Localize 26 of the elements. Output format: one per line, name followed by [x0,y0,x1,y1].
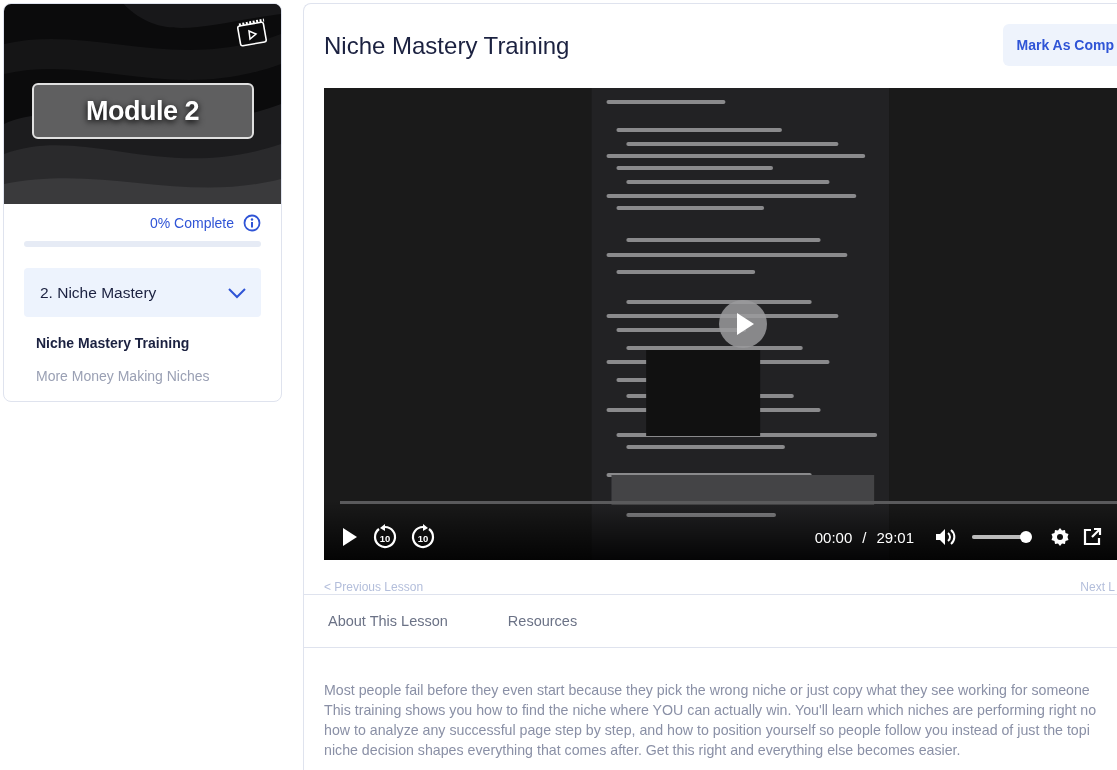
section-title: 2. Niche Mastery [40,283,157,302]
progress-text: 0% Complete [149,215,234,231]
chevron-icon[interactable] [227,285,247,300]
info-icon[interactable] [243,214,261,232]
settings-icon[interactable] [1050,527,1070,547]
volume-icon[interactable] [934,526,956,548]
lesson-link[interactable]: Niche Mastery Training [36,335,190,351]
time-separator: / [862,528,867,546]
play-button[interactable] [719,300,767,348]
rewind-button[interactable]: 10 [372,524,398,550]
module-title: Module 2 [31,83,254,139]
duration: 29:01 [876,528,914,546]
mark-complete-button[interactable]: Mark As Comp [1003,24,1117,66]
clapperboard-icon [236,18,268,48]
description-line: how to analyze any successful page step by step, and how to position yourself so people follow you instead of just the topi [324,721,1090,740]
forward-button[interactable]: 10 [410,524,436,550]
section-header[interactable]: 2. Niche Mastery [24,268,261,317]
description-line: niche decision shapes everything that comes after. Get this right and everything else becomes easier. [324,741,961,760]
description-line: This training shows you how to find the niche where YOU can actually win. You'll learn which niches are performing right no [324,701,1097,720]
tab[interactable]: Resources [507,613,578,629]
lesson-title: Niche Mastery Training [324,32,570,60]
tab[interactable]: About This Lesson [328,613,448,629]
play-icon[interactable] [340,526,358,548]
description-line: Most people fail before they even start because they pick the wrong niche or just copy what they see working for someone [324,681,1090,700]
current-time: 00:00 [814,528,853,546]
external-link-icon[interactable] [1082,527,1102,547]
